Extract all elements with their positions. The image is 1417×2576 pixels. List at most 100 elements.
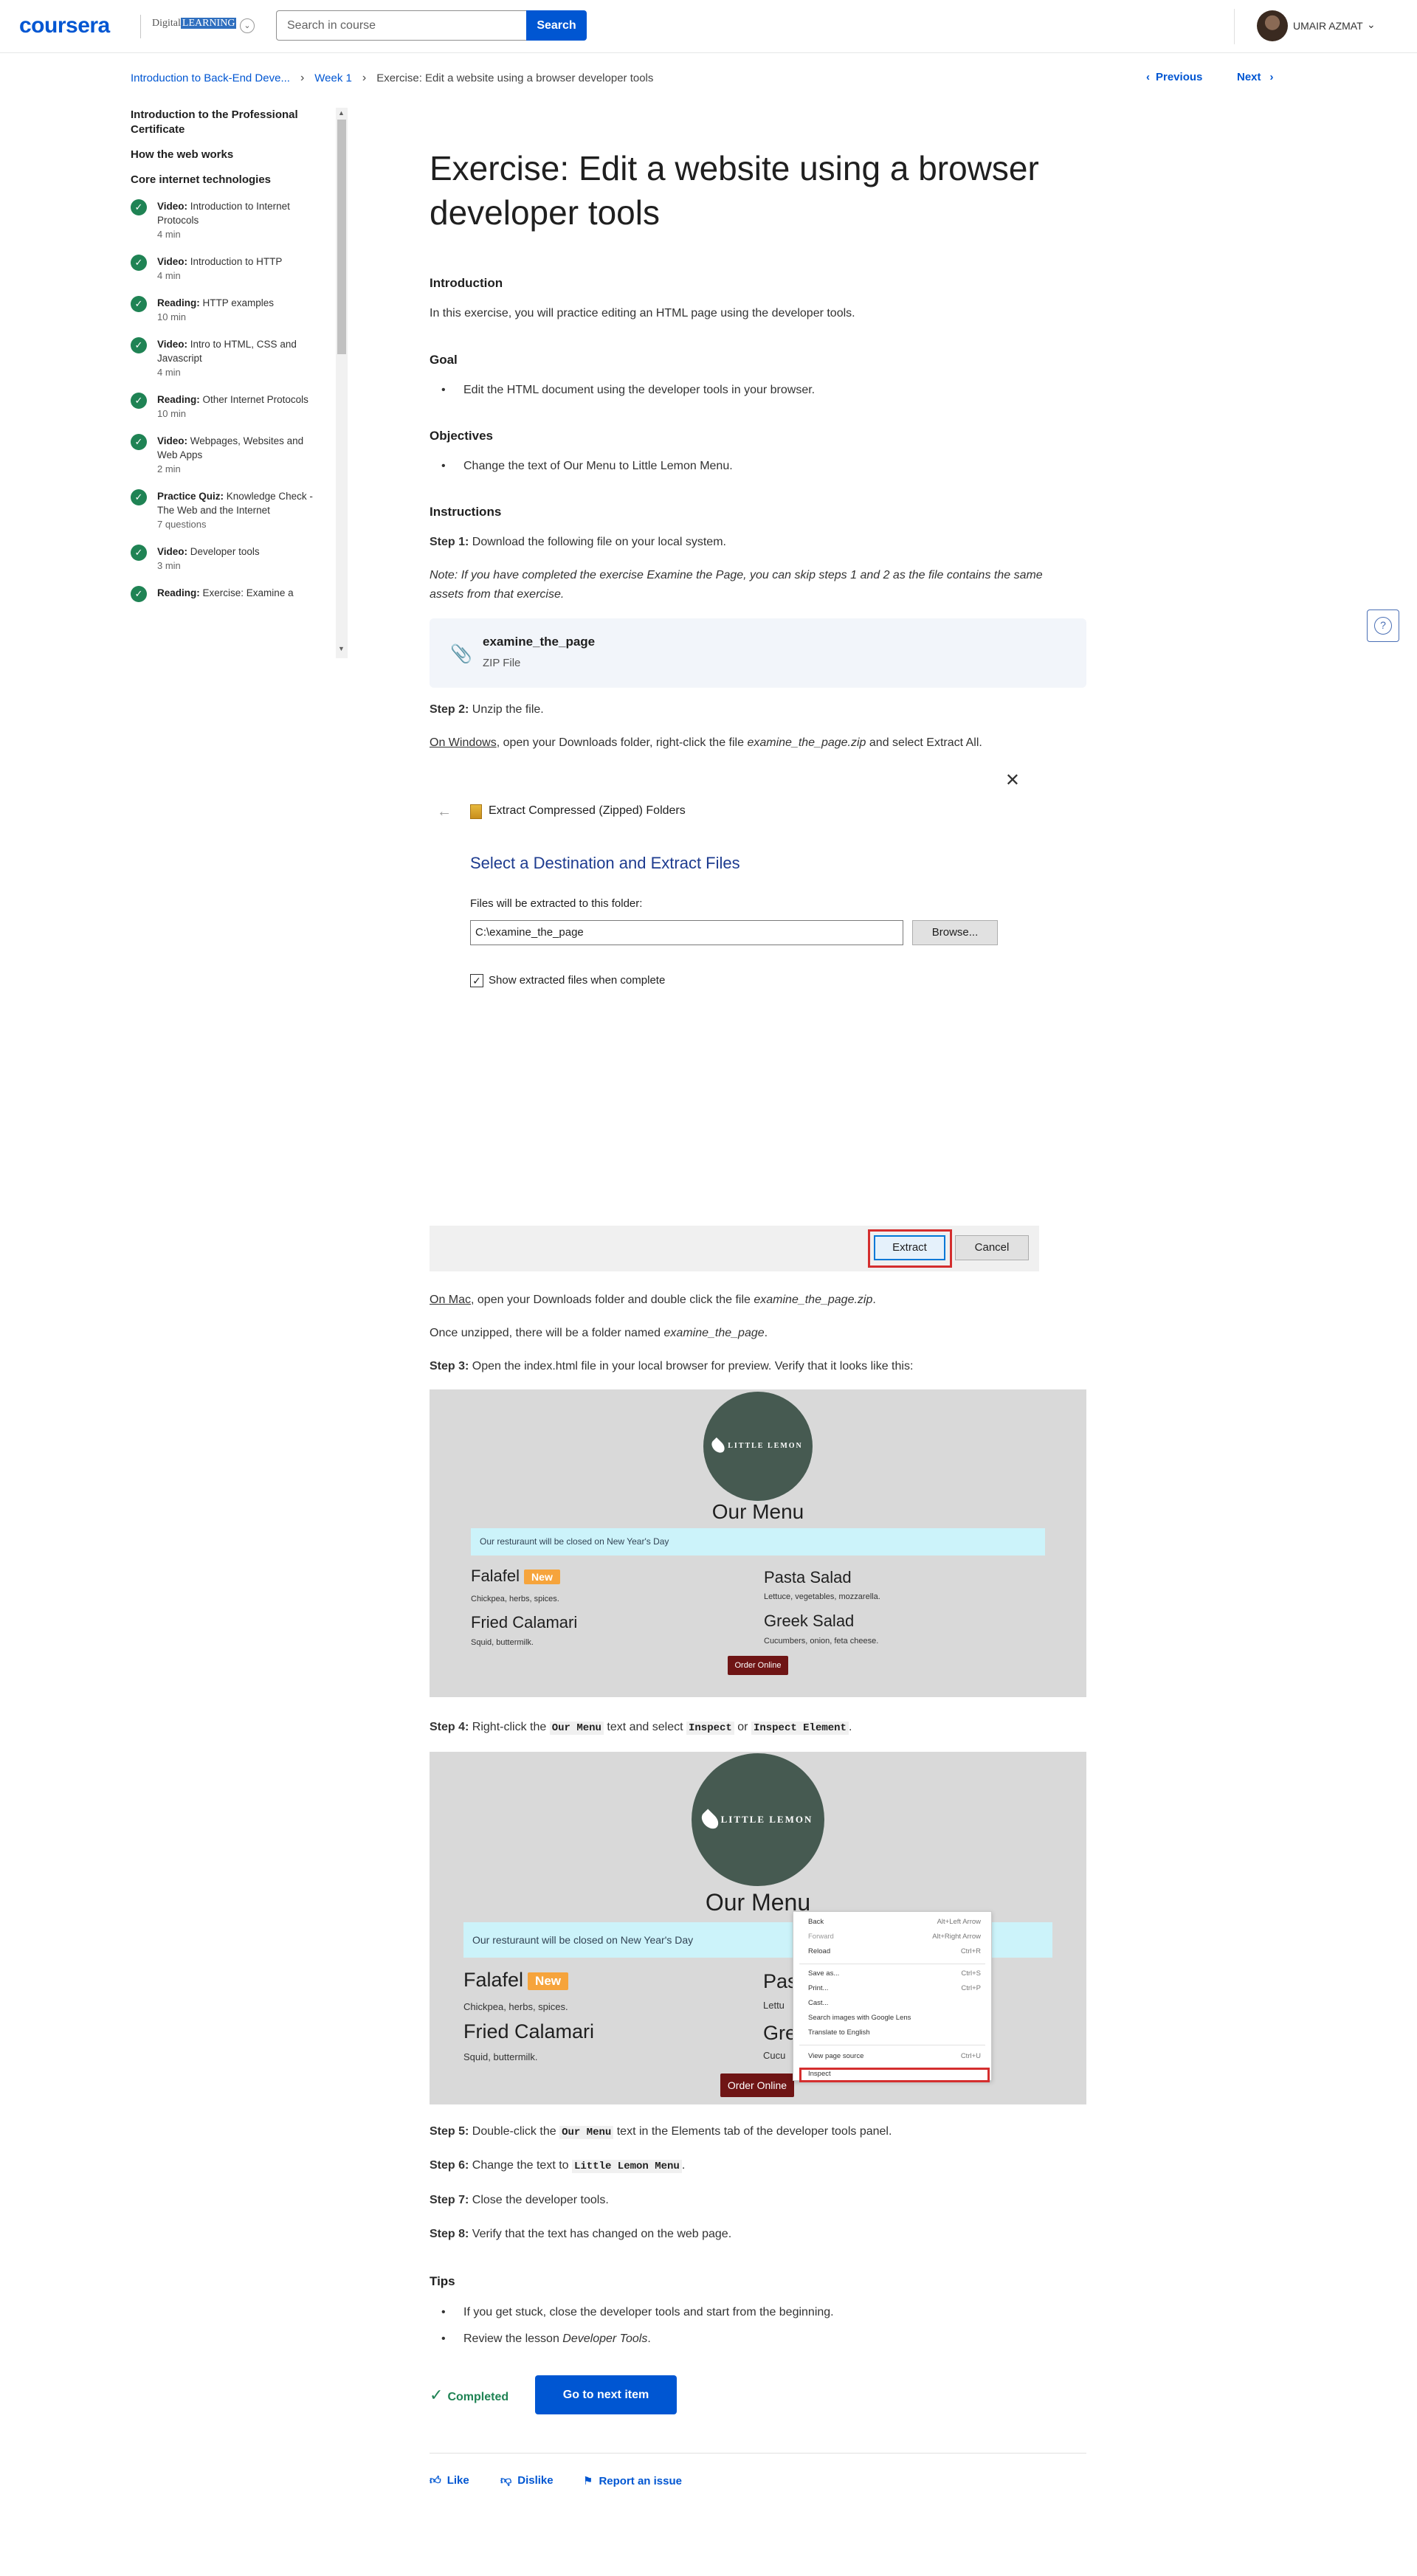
breadcrumb-course[interactable]: Introduction to Back-End Deve... xyxy=(131,72,290,85)
dish-name-text: Falafel xyxy=(463,1969,524,1991)
file-download-card[interactable]: 📎 examine_the_page ZIP File xyxy=(430,618,1086,688)
sidebar-item[interactable]: ✓ Reading: Other Internet Protocols 10 min xyxy=(131,393,324,421)
sidebar-item[interactable]: ✓ Reading: HTTP examples 10 min xyxy=(131,296,324,324)
new-badge: New xyxy=(524,1570,560,1585)
search-input[interactable]: Search in course xyxy=(276,10,527,41)
file-type: ZIP File xyxy=(483,657,521,669)
report-label: Report an issue xyxy=(599,2475,682,2487)
chevron-left-icon: ‹ xyxy=(1146,71,1150,83)
next-label: Next xyxy=(1237,71,1261,83)
step-text: Verify that the text has changed on the … xyxy=(469,2228,732,2240)
leaf-icon xyxy=(698,1809,722,1832)
context-menu-item: Reload Ctrl+R xyxy=(808,1947,981,1959)
context-menu-shortcut: Ctrl+P xyxy=(961,1984,981,1992)
heading-goal: Goal xyxy=(430,353,458,367)
sidebar-item[interactable]: ✓ Video: Intro to HTML, CSS and Javascrip… xyxy=(131,337,324,379)
new-badge: New xyxy=(528,1972,569,1990)
item-type: Reading: xyxy=(157,587,200,598)
step-text: Right-click the xyxy=(469,1721,550,1733)
scroll-down-icon[interactable]: ▼ xyxy=(338,645,345,652)
header-divider xyxy=(1234,9,1235,44)
context-menu-label: Back xyxy=(808,1918,824,1926)
context-menu-label: Print... xyxy=(808,1984,829,1992)
completed-check-icon: ✓ xyxy=(131,545,147,561)
sidebar-item[interactable]: ✓ Video: Introduction to Internet Protoco… xyxy=(131,199,324,241)
inline-code: Our Menu xyxy=(549,1722,604,1735)
breadcrumb-week[interactable]: Week 1 xyxy=(314,72,352,85)
sidebar-item[interactable]: ✓ Practice Quiz: Knowledge Check - The We… xyxy=(131,489,324,531)
report-issue-button[interactable]: ⚑ Report an issue xyxy=(583,2474,682,2487)
goal-item: Edit the HTML document using the develop… xyxy=(441,381,815,400)
objectives-item-text: Change the text of Our Menu to Little Le… xyxy=(463,460,733,472)
sidebar-item[interactable]: ✓ Video: Developer tools 3 min xyxy=(131,545,324,573)
step-label: Step 3: xyxy=(430,1360,469,1372)
context-menu-item: Search images with Google Lens xyxy=(808,2014,981,2026)
item-duration: 2 min xyxy=(157,463,181,474)
completed-check-icon: ✓ xyxy=(131,393,147,409)
previous-label: Previous xyxy=(1156,71,1203,83)
context-menu-shortcut: Ctrl+U xyxy=(960,2052,981,2060)
dialog-checkbox-label: Show extracted files when complete xyxy=(489,974,666,987)
chevron-down-icon[interactable]: ⌄ xyxy=(240,18,255,33)
previous-button[interactable]: ‹ Previous xyxy=(1146,71,1202,83)
dish-name: Pasta Salad xyxy=(764,1568,852,1586)
help-button[interactable]: ? xyxy=(1367,610,1399,642)
unzip-text: . xyxy=(764,1327,768,1339)
dish-name: Fried Calamari xyxy=(471,1613,578,1631)
search-button[interactable]: Search xyxy=(526,10,587,41)
coursera-logo[interactable]: coursera xyxy=(19,13,110,38)
dish-name: Falafel New xyxy=(471,1567,560,1586)
dish-description: Chickpea, herbs, spices. xyxy=(471,1595,559,1603)
step-label: Step 4: xyxy=(430,1721,469,1733)
tip-lesson: Developer Tools xyxy=(562,2332,648,2345)
scroll-up-icon[interactable]: ▲ xyxy=(338,109,345,117)
completed-status: ✓ Completed xyxy=(430,2386,508,2405)
sidebar-item[interactable]: ✓ Video: Webpages, Websites and Web Apps 2… xyxy=(131,434,324,476)
logo-text: LITTLE LEMON xyxy=(720,1814,813,1825)
mac-link[interactable]: On Mac xyxy=(430,1294,471,1306)
sidebar-scrollbar-thumb[interactable] xyxy=(337,120,346,354)
sidebar-item[interactable]: ✓ Video: Introduction to HTTP 4 min xyxy=(131,255,324,283)
windows-link[interactable]: On Windows xyxy=(430,736,497,749)
sidebar-section[interactable]: Introduction to the Professional Certifi… xyxy=(131,108,323,137)
item-duration: 7 questions xyxy=(157,519,207,530)
completed-check-icon: ✓ xyxy=(131,586,147,602)
tip-text-part: . xyxy=(647,2332,651,2345)
dialog-path-field: C:\examine_the_page xyxy=(470,920,903,945)
chevron-right-icon: › xyxy=(300,72,305,85)
like-button[interactable]: 👍︎ Like xyxy=(430,2474,469,2487)
context-menu-label: Forward xyxy=(808,1933,834,1941)
sidebar-item[interactable]: ✓ Reading: Exercise: Examine a xyxy=(131,586,324,602)
step-3: Step 3: Open the index.html file in your… xyxy=(430,1357,1085,1376)
sidebar-section-active[interactable]: Core internet technologies xyxy=(131,173,323,187)
order-online-button: Order Online xyxy=(728,1656,788,1675)
course-outline-sidebar: Introduction to the Professional Certifi… xyxy=(131,108,351,658)
user-menu-chevron-icon[interactable]: ⌄ xyxy=(1367,18,1376,31)
next-button[interactable]: Next › xyxy=(1237,71,1274,83)
like-label: Like xyxy=(447,2474,469,2487)
little-lemon-preview-screenshot: LITTLE LEMON Our Menu Our resturaunt wil… xyxy=(430,1389,1086,1697)
step-8: Step 8: Verify that the text has changed… xyxy=(430,2225,1085,2244)
checkbox-checked-icon: ✓ xyxy=(470,974,483,987)
dish-description: Chickpea, herbs, spices. xyxy=(463,2001,568,2012)
avatar[interactable] xyxy=(1257,10,1288,41)
dislike-button[interactable]: 👎︎ Dislike xyxy=(500,2474,554,2487)
highlight-frame xyxy=(799,2068,990,2082)
page-title: Exercise: Edit a website using a browser… xyxy=(430,149,1039,232)
sidebar-section[interactable]: How the web works xyxy=(131,148,323,162)
user-name[interactable]: UMAIR AZMAT xyxy=(1293,20,1363,32)
context-menu-label: View page source xyxy=(808,2052,864,2060)
dish-description: Cucumbers, onion, feta cheese. xyxy=(764,1637,879,1646)
question-icon: ? xyxy=(1374,617,1392,635)
item-title: HTTP examples xyxy=(202,297,275,308)
item-title: Exercise: Examine a xyxy=(202,587,294,598)
partner-logo-highlight: LEARNING xyxy=(180,18,237,29)
extract-dialog-screenshot: ✕ ← Extract Compressed (Zipped) Folders … xyxy=(430,762,1039,1271)
tip-text: Review the lesson Developer Tools. xyxy=(463,2332,651,2345)
partner-logo[interactable]: Digital LEARNING xyxy=(152,18,237,30)
go-to-next-item-button[interactable]: Go to next item xyxy=(535,2375,677,2414)
heading-instructions: Instructions xyxy=(430,505,502,519)
little-lemon-logo: LITTLE LEMON xyxy=(703,1392,813,1501)
step-2: Step 2: Unzip the file. xyxy=(430,700,1085,719)
tip-item: If you get stuck, close the developer to… xyxy=(441,2303,834,2322)
